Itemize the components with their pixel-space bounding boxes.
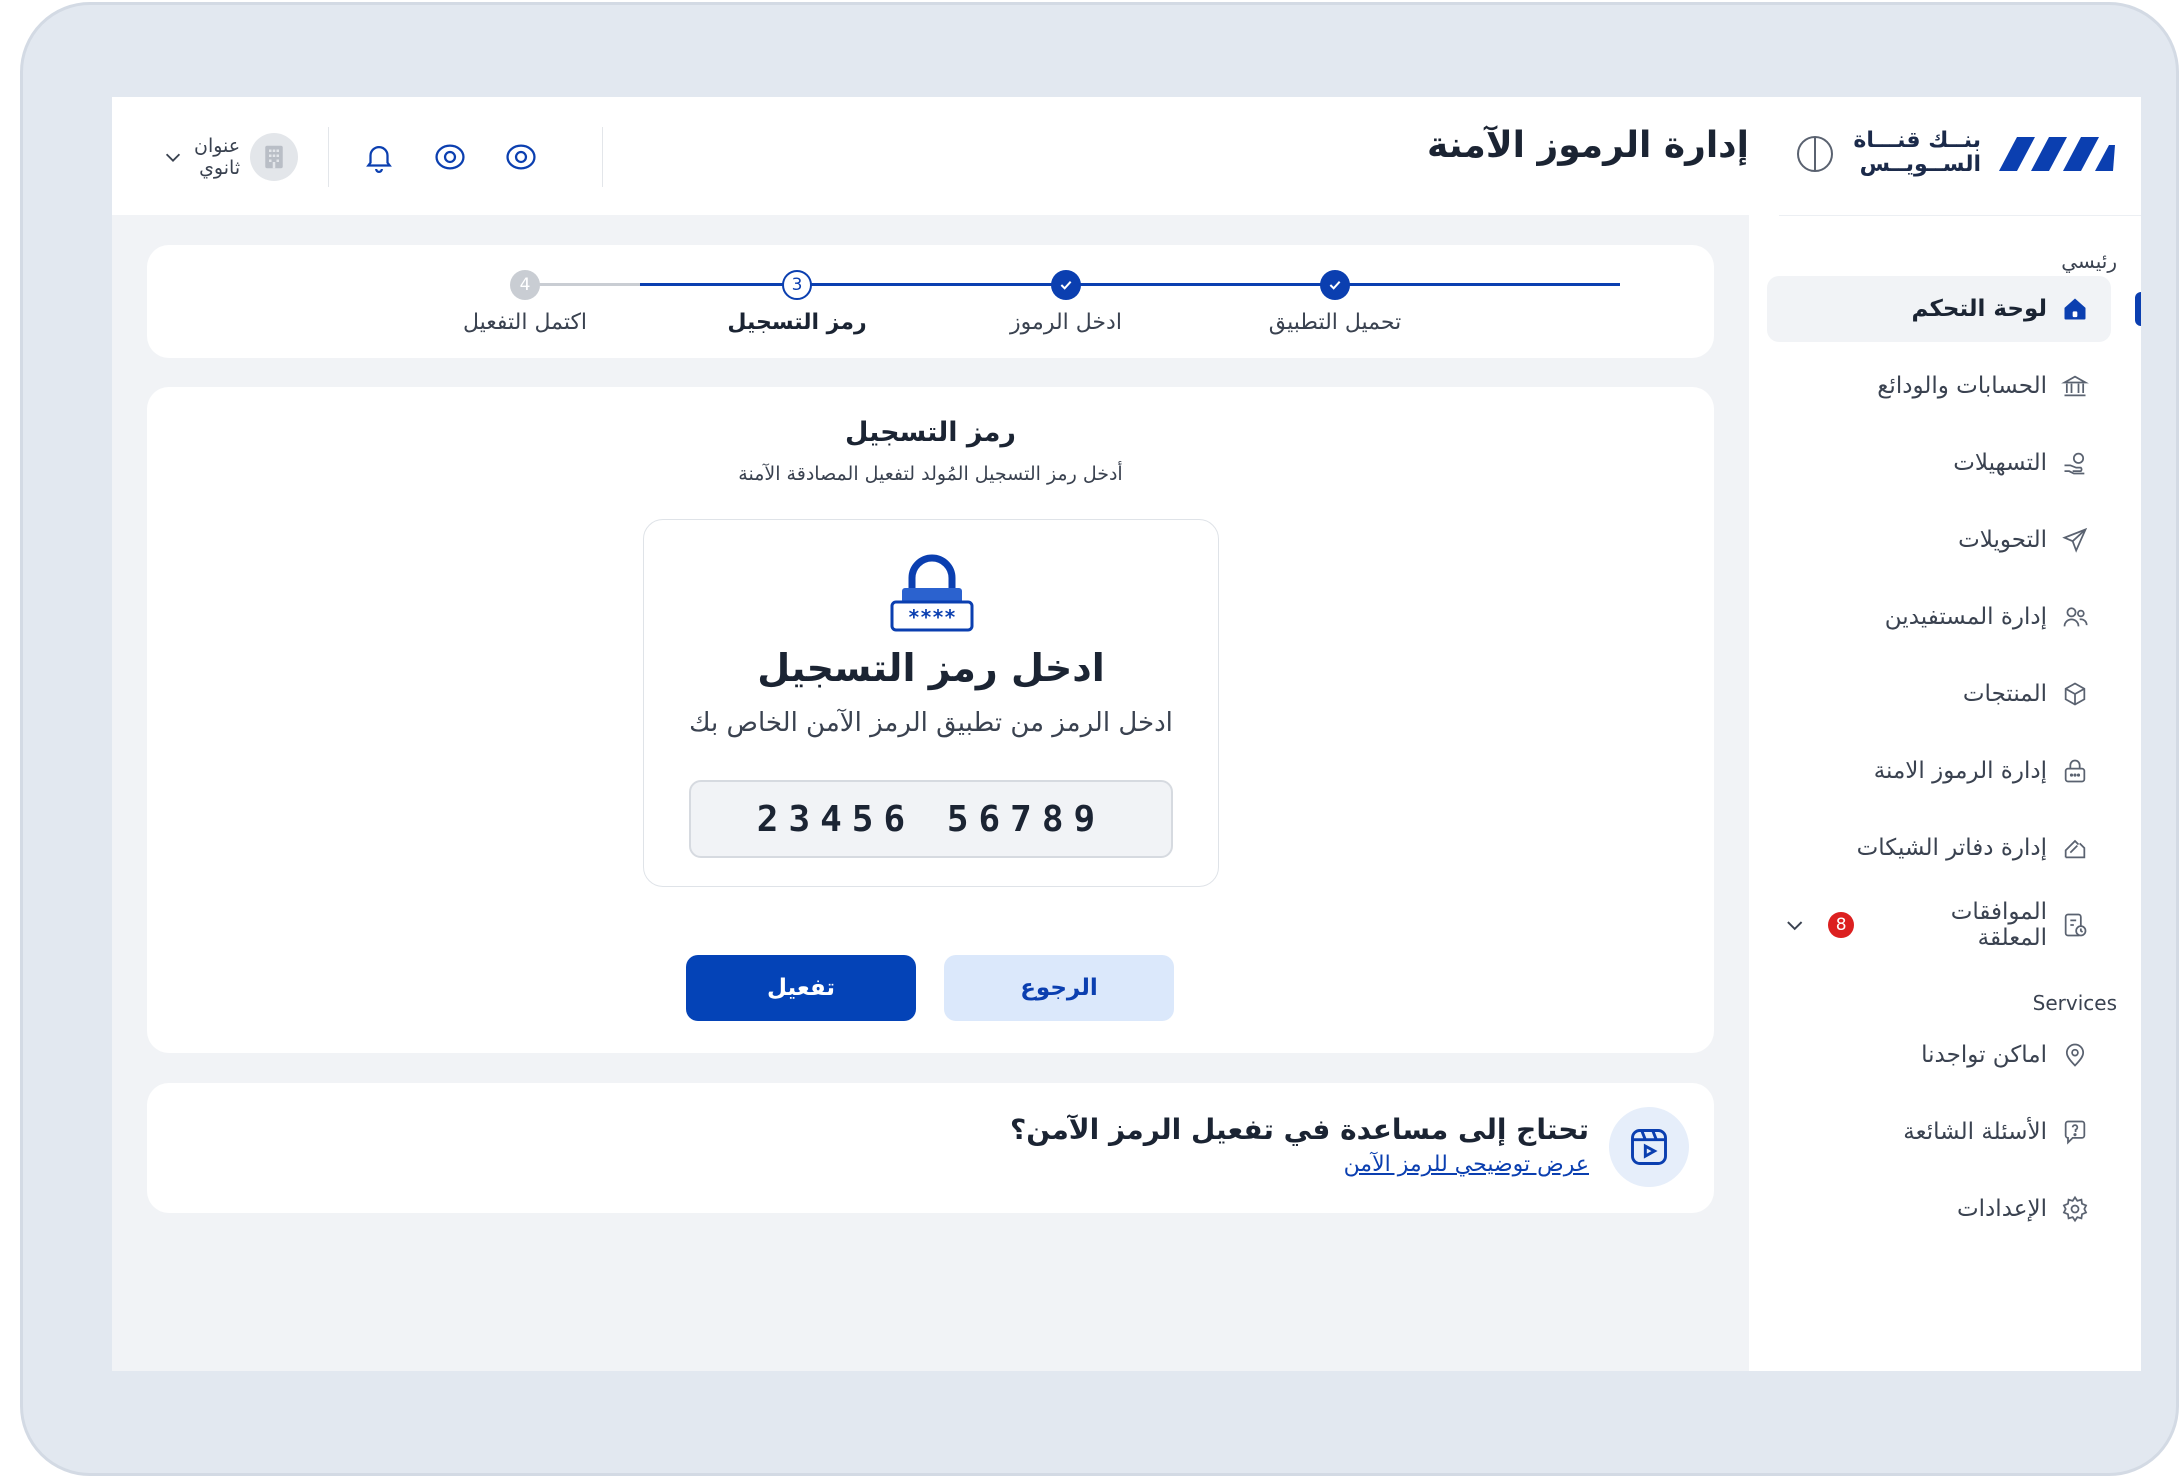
header-actions: عنوان ثانوي [162, 127, 633, 187]
top-header: إدارة الرموز الآمنة عنوان ثانوي [112, 97, 1833, 215]
check-icon [1060, 280, 1072, 290]
sidebar-item-label: الأسئلة الشائعة [1903, 1119, 2047, 1145]
back-button[interactable]: الرجوع [944, 955, 1174, 1021]
check-icon [1329, 280, 1341, 290]
user-name-line2: ثانوي [199, 157, 241, 179]
pending-count-badge: 8 [1828, 912, 1854, 938]
step-label: ادخل الرموز [1010, 310, 1122, 335]
building-icon [265, 145, 283, 169]
play-video-icon [1631, 1129, 1667, 1165]
sidebar-item-label: الموافقات المعلقة [1950, 899, 2047, 951]
registration-code-field[interactable]: 23456 56789 [689, 780, 1173, 858]
step-label: تحميل التطبيق [1268, 310, 1402, 335]
user-menu[interactable]: عنوان ثانوي [162, 133, 299, 181]
show-details-button[interactable] [501, 137, 541, 177]
tutorial-link[interactable]: عرض توضيحي للرمز الآمن [1010, 1149, 1589, 1181]
sidebar-item-faq[interactable]: الأسئلة الشائعة [1767, 1099, 2111, 1165]
section-title: رمز التسجيل [845, 417, 1016, 448]
show-balance-button[interactable] [430, 137, 470, 177]
code-box-subtitle: ادخل الرمز من تطبيق الرمز الآمن الخاص بك [689, 708, 1173, 738]
box-icon [2059, 678, 2091, 710]
section-subtitle: أدخل رمز التسجيل المُولد لتفعيل المصادقة… [738, 463, 1123, 485]
avatar [250, 133, 299, 181]
bank-name: بنــك قنـــاة الســويــس [1853, 129, 1981, 177]
active-indicator [2135, 292, 2141, 326]
sidebar-item-label: المنتجات [1962, 681, 2047, 707]
sidebar-item-label: إدارة دفاتر الشيكات [1856, 835, 2047, 861]
step-2-indicator [1051, 270, 1081, 300]
sidebar-item-transfers[interactable]: التحويلات [1767, 507, 2111, 573]
lock-icon [2059, 755, 2091, 787]
help-card: تحتاج إلى مساعدة في تفعيل الرمز الآمن؟ ع… [147, 1083, 1714, 1213]
bank-name-line2: الســويــس [1859, 152, 1981, 177]
hand-coin-icon [2059, 447, 2091, 479]
send-icon [2059, 524, 2091, 556]
eye-icon [506, 144, 536, 170]
sidebar-item-locations[interactable]: اماكن تواجدنا [1767, 1022, 2111, 1088]
help-title: تحتاج إلى مساعدة في تفعيل الرمز الآمن؟ [1010, 1113, 1589, 1146]
user-name-line1: عنوان [194, 135, 241, 157]
sidebar-item-secure-tokens[interactable]: إدارة الرموز الامنة [1767, 738, 2111, 804]
page-title: إدارة الرموز الآمنة [1427, 125, 1749, 166]
sidebar-item-pending-approvals[interactable]: الموافقات المعلقة 8 [1767, 892, 2111, 958]
video-tutorial-icon[interactable] [1609, 1107, 1689, 1187]
notifications-button[interactable] [359, 137, 399, 177]
chevron-down-icon[interactable] [1783, 913, 1806, 937]
step-label: رمز التسجيل [727, 310, 867, 335]
sidebar-item-label: الإعدادات [1957, 1196, 2047, 1222]
sidebar-item-label: التسهيلات [1953, 450, 2047, 476]
sidebar: بنــك قنـــاة الســويــس رئيسي لوحة التح… [1749, 97, 2141, 1371]
sidebar-item-label: التحويلات [1958, 527, 2047, 553]
location-icon [2059, 1039, 2091, 1071]
sidebar-section-services: Services [2032, 991, 2117, 1015]
sidebar-toggle-icon[interactable] [1795, 134, 1835, 174]
settings-icon [2059, 1193, 2091, 1225]
step-4-indicator: 4 [510, 270, 540, 300]
home-icon [2059, 293, 2091, 325]
users-icon [2059, 601, 2091, 633]
bank-logo-icon [1999, 137, 2115, 171]
sidebar-item-settings[interactable]: الإعدادات [1767, 1176, 2111, 1242]
device-frame: بنــك قنـــاة الســويــس رئيسي لوحة التح… [20, 2, 2179, 1476]
bell-icon [366, 146, 393, 173]
step-label: اكتمل التفعيل [462, 310, 588, 335]
checkbook-icon [2059, 832, 2091, 864]
sidebar-item-beneficiaries[interactable]: إدارة المستفيدين [1767, 584, 2111, 650]
code-box-title: ادخل رمز التسجيل [757, 646, 1105, 690]
approval-icon [2059, 909, 2091, 941]
sidebar-item-accounts[interactable]: الحسابات والودائع [1767, 353, 2111, 419]
sidebar-section-main: رئيسي [2061, 249, 2117, 273]
user-name: عنوان ثانوي [194, 135, 240, 179]
header-divider [602, 127, 604, 187]
sidebar-item-facilities[interactable]: التسهيلات [1767, 430, 2111, 496]
sidebar-item-label: اماكن تواجدنا [1921, 1042, 2047, 1068]
bank-logo[interactable]: بنــك قنـــاة الســويــس [1853, 129, 2117, 177]
step-1-indicator [1320, 270, 1350, 300]
faq-icon [2059, 1116, 2091, 1148]
bank-name-line1: بنــك قنـــاة [1853, 128, 1981, 153]
code-entry-box: **** ادخل رمز التسجيل ادخل الرمز من تطبي… [643, 519, 1219, 887]
sidebar-item-dashboard[interactable]: لوحة التحكم [1767, 276, 2141, 342]
bank-icon [2059, 370, 2091, 402]
help-text: تحتاج إلى مساعدة في تفعيل الرمز الآمن؟ ع… [1010, 1111, 1589, 1181]
activation-stepper: 3 4 تحميل التطبيق ادخل الرموز رمز التسجي… [147, 245, 1714, 358]
eye-icon [435, 144, 465, 170]
sidebar-item-label: إدارة الرموز الامنة [1873, 758, 2047, 784]
sidebar-item-checkbooks[interactable]: إدارة دفاتر الشيكات [1767, 815, 2111, 881]
main-content: 3 4 تحميل التطبيق ادخل الرموز رمز التسجي… [112, 215, 1749, 1371]
padlock-icon: **** [890, 554, 974, 632]
registration-code-card: رمز التسجيل أدخل رمز التسجيل المُولد لتف… [147, 387, 1714, 1053]
pin-mask-text: **** [908, 605, 956, 629]
step-3-indicator: 3 [782, 270, 812, 300]
step-connector [525, 283, 640, 286]
chevron-down-icon [165, 153, 181, 162]
app-screen: بنــك قنـــاة الســويــس رئيسي لوحة التح… [112, 97, 2141, 1371]
activate-button[interactable]: تفعيل [686, 955, 916, 1021]
sidebar-item-products[interactable]: المنتجات [1767, 661, 2111, 727]
sidebar-item-label: لوحة التحكم [1911, 296, 2047, 322]
header-divider [328, 127, 330, 187]
sidebar-item-label: الحسابات والودائع [1877, 373, 2047, 399]
sidebar-item-label: إدارة المستفيدين [1884, 604, 2047, 630]
